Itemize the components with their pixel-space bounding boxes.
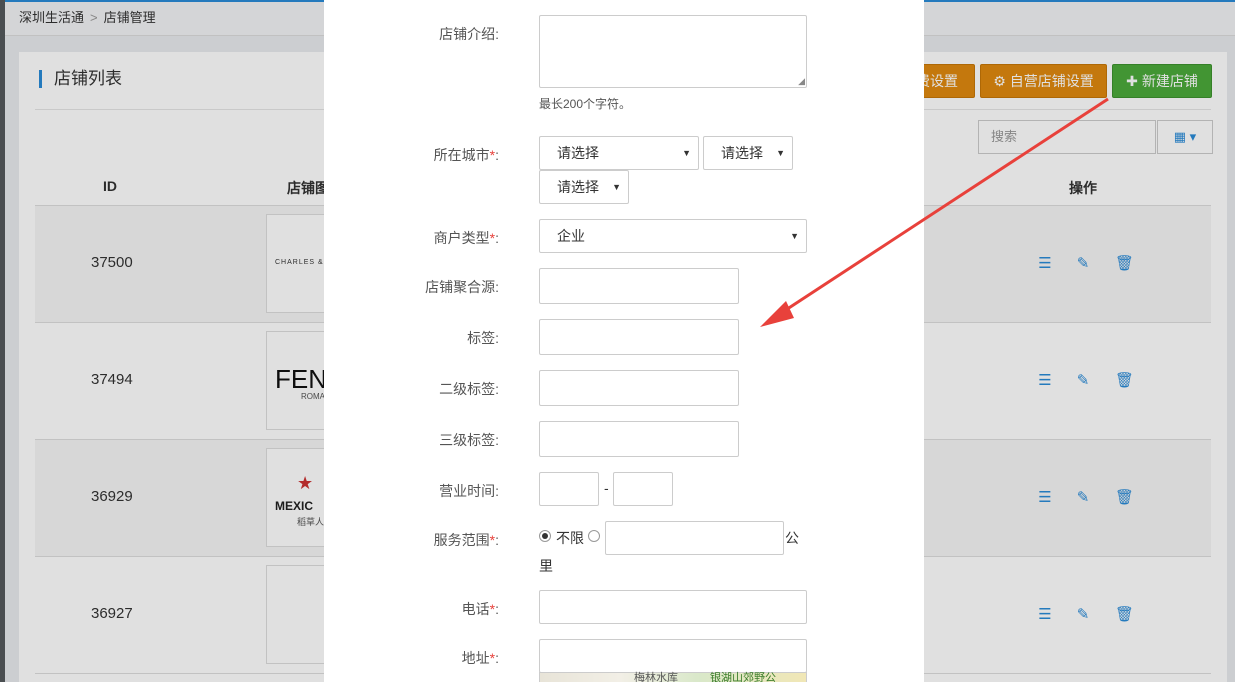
city-select-value: 请选择 xyxy=(721,145,763,161)
province-select[interactable]: 请选择 ▼ xyxy=(539,136,699,170)
range-label: 服务范围*: xyxy=(324,530,499,550)
district-select-value: 请选择 xyxy=(557,179,599,195)
range-unlimited-radio[interactable] xyxy=(539,530,551,542)
tag-label: 标签: xyxy=(467,330,499,346)
aggregate-label: 店铺聚合源: xyxy=(425,279,499,295)
merchant-type-label: 商户类型*: xyxy=(324,228,499,248)
tag2-input[interactable] xyxy=(539,370,739,406)
range-custom-radio[interactable] xyxy=(588,530,600,542)
tag3-label: 三级标签: xyxy=(439,432,499,448)
merchant-type-label-text: 商户类型 xyxy=(433,230,490,246)
phone-label-text: 电话 xyxy=(461,601,490,617)
caret-down-icon: ▼ xyxy=(612,182,621,192)
phone-input[interactable] xyxy=(539,590,807,624)
city-label-text: 所在城市 xyxy=(433,147,490,163)
address-label: 地址*: xyxy=(324,648,499,668)
range-label-colon: : xyxy=(495,532,499,548)
city-label-colon: : xyxy=(495,147,499,163)
hours-end-input[interactable] xyxy=(613,472,673,506)
merchant-type-select[interactable]: 企业 ▼ xyxy=(539,219,807,253)
range-label-text: 服务范围 xyxy=(433,532,490,548)
resize-handle-icon[interactable]: ◢ xyxy=(798,76,805,87)
intro-label: 店铺介绍: xyxy=(439,26,499,42)
province-select-value: 请选择 xyxy=(557,145,599,161)
range-unlimited-label: 不限 xyxy=(556,530,584,546)
intro-hint: 最长200个字符。 xyxy=(539,97,632,111)
map-place-label: 梅林水库 xyxy=(634,672,678,682)
aggregate-input[interactable] xyxy=(539,268,739,304)
hours-separator: - xyxy=(604,480,609,496)
map-park-label: 银湖山郊野公 xyxy=(710,672,776,682)
address-label-colon: : xyxy=(495,650,499,666)
phone-label-colon: : xyxy=(495,601,499,617)
tag-input[interactable] xyxy=(539,319,739,355)
merchant-type-value: 企业 xyxy=(557,228,585,244)
district-select[interactable]: 请选择 ▼ xyxy=(539,170,629,204)
merchant-type-label-colon: : xyxy=(495,230,499,246)
range-unit-2: 里 xyxy=(539,558,553,574)
store-edit-modal: 店铺介绍: ◢ 最长200个字符。 所在城市*: 请选择 ▼ 请选择 ▼ 请选择 ▼ … xyxy=(324,0,924,682)
caret-down-icon: ▼ xyxy=(790,231,799,241)
phone-label: 电话*: xyxy=(324,599,499,619)
tag2-label: 二级标签: xyxy=(439,381,499,397)
intro-textarea[interactable]: ◢ xyxy=(539,15,807,88)
city-select[interactable]: 请选择 ▼ xyxy=(703,136,793,170)
address-input[interactable] xyxy=(539,639,807,673)
caret-down-icon: ▼ xyxy=(682,148,691,158)
range-unit-1: 公 xyxy=(785,530,799,546)
hours-start-input[interactable] xyxy=(539,472,599,506)
range-distance-input[interactable] xyxy=(605,521,784,555)
city-label: 所在城市*: xyxy=(324,145,499,165)
address-label-text: 地址 xyxy=(461,650,490,666)
hours-label: 营业时间: xyxy=(439,483,499,499)
tag3-input[interactable] xyxy=(539,421,739,457)
caret-down-icon: ▼ xyxy=(776,148,785,158)
